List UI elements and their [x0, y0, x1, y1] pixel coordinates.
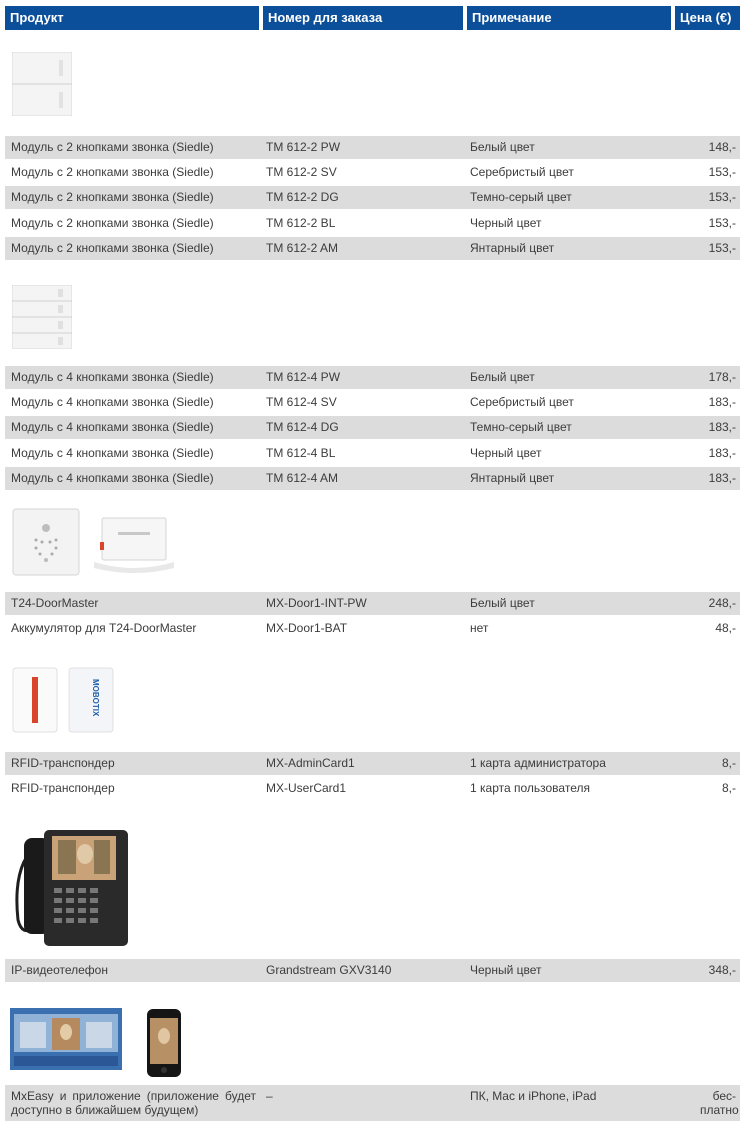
note-cell: Янтарный цвет: [470, 241, 555, 255]
order-number-cell: TM 612-2 SV: [266, 165, 337, 179]
price-cell: 48,-: [715, 621, 736, 635]
order-number-cell: TM 612-2 AM: [266, 241, 339, 255]
product-cell: T24-DoorMaster: [11, 596, 99, 610]
note-cell: Черный цвет: [470, 216, 542, 230]
order-number-cell: TM 612-4 DG: [266, 420, 339, 434]
product-cell: Аккумулятор для T24-DoorMaster: [11, 621, 197, 635]
product-cell: Модуль с 2 кнопками звонка (Siedle): [11, 140, 214, 154]
order-number-cell: MX-AdminCard1: [266, 756, 355, 770]
product-cell: Модуль с 4 кнопками звонка (Siedle): [11, 446, 214, 460]
product-cell: Модуль с 4 кнопками звонка (Siedle): [11, 471, 214, 485]
price-cell: 183,-: [708, 420, 736, 434]
header-price: Цена (€): [675, 6, 740, 30]
table-row: Модуль с 2 кнопками звонка (Siedle) TM 6…: [5, 212, 740, 235]
table-row: IP-видеотелефон Grandstream GXV3140 Черн…: [5, 959, 740, 982]
table-row: Модуль с 2 кнопками звонка (Siedle) TM 6…: [5, 161, 740, 184]
table-row: RFID-транспондер MX-UserCard1 1 карта по…: [5, 777, 740, 800]
table-row: Модуль с 4 кнопками звонка (Siedle) TM 6…: [5, 442, 740, 465]
table-row: Модуль с 4 кнопками звонка (Siedle) TM 6…: [5, 391, 740, 414]
note-cell: Белый цвет: [470, 140, 535, 154]
note-cell: Белый цвет: [470, 370, 535, 384]
note-cell: 1 карта администратора: [470, 756, 606, 770]
table-row: Модуль с 4 кнопками звонка (Siedle) TM 6…: [5, 416, 740, 439]
note-cell: Янтарный цвет: [470, 471, 555, 485]
order-number-cell: –: [266, 1089, 273, 1103]
battery-image: [90, 512, 178, 574]
price-cell: 148,-: [708, 140, 736, 154]
doormaster-image: [12, 508, 80, 576]
product-cell: Модуль с 4 кнопками звонка (Siedle): [11, 395, 214, 409]
note-cell: 1 карта пользователя: [470, 781, 590, 795]
order-number-cell: TM 612-2 DG: [266, 190, 339, 204]
price-cell: 248,-: [708, 596, 736, 610]
note-cell: Серебристый цвет: [470, 165, 574, 179]
price-cell: 183,-: [708, 395, 736, 409]
order-number-cell: MX-UserCard1: [266, 781, 347, 795]
table-row: T24-DoorMaster MX-Door1-INT-PW Белый цве…: [5, 592, 740, 615]
table-row: Модуль с 2 кнопками звонка (Siedle) TM 6…: [5, 237, 740, 260]
admin-card-image: [12, 667, 58, 733]
module-2-buttons-image: [11, 51, 73, 117]
table-row: Модуль с 2 кнопками звонка (Siedle) TM 6…: [5, 136, 740, 159]
note-cell: Белый цвет: [470, 596, 535, 610]
product-cell: Модуль с 4 кнопками звонка (Siedle): [11, 370, 214, 384]
price-cell: 153,-: [708, 241, 736, 255]
product-cell: IP-видеотелефон: [11, 963, 108, 977]
price-cell: 183,-: [708, 471, 736, 485]
header-note: Примечание: [467, 6, 671, 30]
order-number-cell: MX-Door1-INT-PW: [266, 596, 367, 610]
table-row: Модуль с 4 кнопками звонка (Siedle) TM 6…: [5, 467, 740, 490]
product-cell: MxEasy и приложение (приложение будет до…: [11, 1089, 256, 1117]
order-number-cell: TM 612-2 BL: [266, 216, 336, 230]
note-cell: ПК, Mac и iPhone, iPad: [470, 1089, 597, 1103]
note-cell: Черный цвет: [470, 446, 542, 460]
product-cell: Модуль с 2 кнопками звонка (Siedle): [11, 241, 214, 255]
order-number-cell: TM 612-4 BL: [266, 446, 336, 460]
product-cell: Модуль с 2 кнопками звонка (Siedle): [11, 165, 214, 179]
order-number-cell: TM 612-4 AM: [266, 471, 339, 485]
mxeasy-screen-image: [10, 1008, 122, 1070]
card-brand-logo: MOBOTIX: [91, 679, 100, 717]
iphone-image: [146, 1008, 182, 1078]
note-cell: Темно-серый цвет: [470, 420, 572, 434]
order-number-cell: TM 612-4 PW: [266, 370, 341, 384]
note-cell: Черный цвет: [470, 963, 542, 977]
table-header: Продукт Номер для заказа Примечание Цена…: [5, 6, 740, 30]
table-row: Модуль с 2 кнопками звонка (Siedle) TM 6…: [5, 186, 740, 209]
note-cell: Серебристый цвет: [470, 395, 574, 409]
price-cell: 348,-: [708, 963, 736, 977]
price-cell: 153,-: [708, 190, 736, 204]
price-cell: бес-платно: [700, 1089, 739, 1117]
module-4-buttons-image: [11, 284, 73, 350]
note-cell: Темно-серый цвет: [470, 190, 572, 204]
price-cell: 153,-: [708, 216, 736, 230]
product-cell: RFID-транспондер: [11, 756, 115, 770]
price-cell: 178,-: [708, 370, 736, 384]
price-cell: 8,-: [721, 756, 736, 770]
user-card-image: MOBOTIX: [68, 667, 114, 733]
table-row: MxEasy и приложение (приложение будет до…: [5, 1085, 740, 1121]
video-phone-image: [8, 824, 132, 952]
table-row: RFID-транспондер MX-AdminCard1 1 карта а…: [5, 752, 740, 775]
note-cell: нет: [470, 621, 489, 635]
order-number-cell: TM 612-4 SV: [266, 395, 337, 409]
price-cell: 153,-: [708, 165, 736, 179]
price-cell: 183,-: [708, 446, 736, 460]
header-order-number: Номер для заказа: [263, 6, 463, 30]
order-number-cell: Grandstream GXV3140: [266, 963, 392, 977]
product-cell: Модуль с 4 кнопками звонка (Siedle): [11, 420, 214, 434]
product-cell: RFID-транспондер: [11, 781, 115, 795]
order-number-cell: MX-Door1-BAT: [266, 621, 348, 635]
table-row: Аккумулятор для T24-DoorMaster MX-Door1-…: [5, 617, 740, 640]
header-product: Продукт: [5, 6, 259, 30]
table-row: Модуль с 4 кнопками звонка (Siedle) TM 6…: [5, 366, 740, 389]
product-cell: Модуль с 2 кнопками звонка (Siedle): [11, 190, 214, 204]
product-cell: Модуль с 2 кнопками звонка (Siedle): [11, 216, 214, 230]
order-number-cell: TM 612-2 PW: [266, 140, 341, 154]
price-cell: 8,-: [721, 781, 736, 795]
